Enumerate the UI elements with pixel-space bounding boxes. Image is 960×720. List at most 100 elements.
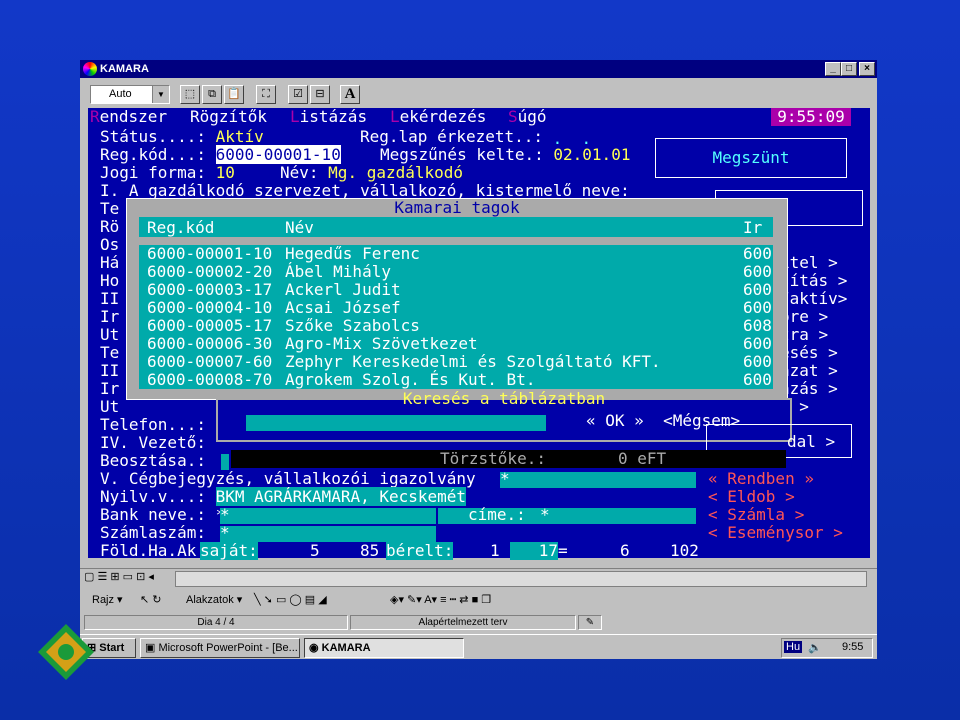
fullscreen-icon[interactable]: ⛶ (256, 85, 276, 104)
search-input[interactable] (246, 415, 546, 431)
frag-right-6[interactable]: ázat > (780, 362, 838, 380)
szamla-field[interactable] (220, 526, 436, 542)
tray-clock: 9:55 (842, 641, 864, 653)
frag-left-9: II (100, 361, 120, 380)
table-row[interactable]: 6000-00007-60 Zephyr Kereskedelmi és Szol… (139, 353, 773, 371)
view-buttons-icon[interactable]: ▢ ☰ ⊞ ▭ ⊡ ◂ (84, 570, 154, 583)
dialog-title: Kamarai tagok (394, 198, 520, 217)
cell-ir: 600 (743, 352, 772, 371)
alakzatok-menu[interactable]: Alakzatok ▾ (186, 593, 242, 607)
task-kamara[interactable]: ◉ KAMARA (304, 638, 464, 658)
table-row[interactable]: 6000-00008-70 Agrokem Szolg. És Kut. Bt. 6… (139, 371, 773, 389)
frag-left-6: Ir (100, 307, 120, 326)
menu-listazas[interactable]: Listázás (290, 108, 367, 126)
shape-tools-icon[interactable]: ╲ ➘ ▭ ◯ ▤ ◢ (254, 593, 327, 607)
cime-field[interactable] (538, 508, 696, 524)
frag-right-2[interactable]: /aktív> (780, 290, 847, 308)
cell-ir: 600 (743, 334, 772, 353)
table-row[interactable]: 6000-00004-10 Acsai József 600 (139, 299, 773, 317)
cime-row: címe.: (468, 505, 536, 524)
frag-left-10: Ir (100, 379, 120, 398)
background-icon[interactable]: ⊟ (310, 85, 330, 104)
cell-nev: Ackerl Judit (285, 280, 401, 299)
berelt-v2[interactable]: 17 (510, 542, 558, 560)
font-size-select[interactable]: Auto ▼ (90, 85, 170, 104)
status-row: Státus....: Aktív (100, 127, 264, 146)
minimize-button[interactable]: _ (825, 62, 841, 76)
cell-regkod: 6000-00001-10 (147, 244, 273, 263)
menu-sugo[interactable]: Súgó (508, 108, 547, 126)
megszunt-button[interactable]: Megszünt (655, 138, 847, 178)
close-button[interactable]: × (859, 62, 875, 76)
header-nev[interactable]: Név (285, 218, 314, 237)
cell-ir: 608 (743, 316, 772, 335)
table-row[interactable]: 6000-00001-10 Hegedűs Ferenc 600 (139, 245, 773, 263)
nev-row: Név: Mg. gazdálkodó (280, 163, 464, 182)
table-row[interactable]: 6000-00003-17 Ackerl Judit 600 (139, 281, 773, 299)
eldob-button[interactable]: < Eldob > (708, 488, 795, 506)
table-row[interactable]: 6000-00005-17 Szőke Szabolcs 608 (139, 317, 773, 335)
cegbejegyzes-field[interactable] (500, 472, 696, 488)
fold-row: Föld.Ha.Ak: (100, 541, 216, 560)
frag-left-11: Ut (100, 397, 120, 416)
nyilv-row: Nyilv.v...: BKM AGRÁRKAMARA, Kecskemét (100, 487, 467, 506)
cell-ir: 600 (743, 370, 772, 389)
esemenysor-button[interactable]: < Eseménysor > (708, 524, 843, 542)
bank-row: Bank neve.: * (100, 505, 225, 524)
berelt-v1[interactable]: 1 (490, 542, 500, 560)
cell-nev: Agro-Mix Szövetkezet (285, 334, 478, 353)
mark-icon[interactable]: ⬚ (180, 85, 200, 104)
cell-ir: 600 (743, 280, 772, 299)
frag-right-5[interactable]: esés > (780, 344, 838, 362)
ok-button[interactable]: « OK » (586, 411, 644, 430)
maximize-button[interactable]: □ (841, 62, 857, 76)
task-powerpoint[interactable]: ▣ Microsoft PowerPoint - [Be... (140, 638, 300, 658)
header-ir[interactable]: Ir (743, 218, 762, 237)
cell-regkod: 6000-00004-10 (147, 298, 273, 317)
bank-field[interactable] (220, 508, 436, 524)
beosztas-label: Beosztása.: (100, 451, 206, 470)
kamara-icon: ◉ (309, 642, 322, 654)
cell-nev: Hegedűs Ferenc (285, 244, 420, 263)
frag-right-1[interactable]: sítás > (780, 272, 847, 290)
menu-rogzitok[interactable]: Rögzítők (190, 108, 267, 126)
menu-lekerdezes[interactable]: Lekérdezés (390, 108, 486, 126)
window-titlebar[interactable]: KAMARA _ □ × (80, 60, 877, 78)
cell-regkod: 6000-00002-20 (147, 262, 273, 281)
cell-nev: Agrokem Szolg. És Kut. Bt. (285, 370, 536, 389)
chevron-down-icon[interactable]: ▼ (152, 86, 169, 103)
vezeto-label: IV. Vezető: (100, 433, 206, 452)
spell-check-icon[interactable]: ✎ (578, 615, 602, 630)
sajat-v1[interactable]: 5 (310, 542, 320, 560)
rajz-menu[interactable]: Rajz ▾ (92, 593, 123, 607)
table-row[interactable]: 6000-00006-30 Agro-Mix Szövetkezet 600 (139, 335, 773, 353)
search-title: Keresés a táblázatban (402, 389, 606, 408)
window-title: KAMARA (100, 63, 149, 75)
frag-right-0[interactable]: itel > (780, 254, 838, 272)
szamla-button[interactable]: < Számla > (708, 506, 804, 524)
sajat-v2[interactable]: 85 (360, 542, 379, 560)
pointer-icon[interactable]: ↖ ↻ (140, 593, 162, 607)
view-bar: ▢ ☰ ⊞ ▭ ⊡ ◂ (80, 568, 877, 587)
speaker-icon[interactable]: 🔈 (808, 641, 822, 654)
rendben-button[interactable]: « Rendben » (708, 470, 814, 488)
beosztas-field[interactable] (221, 454, 229, 470)
copy-icon[interactable]: ⧉ (202, 85, 222, 104)
frag-left-3: Há (100, 253, 120, 272)
cell-regkod: 6000-00008-70 (147, 370, 273, 389)
horizontal-scrollbar[interactable] (175, 571, 867, 587)
menu-rendszer[interactable]: Rendszer (90, 108, 167, 126)
total-v2: 102 (670, 541, 699, 560)
color-tools-icon[interactable]: ◈▾ ✎▾ A▾ ≡ ┅ ⇄ ■ ❐ (390, 593, 491, 607)
frag-left-2: Os (100, 235, 120, 254)
font-icon[interactable]: A (340, 85, 360, 104)
cell-ir: 600 (743, 244, 772, 263)
paste-icon[interactable]: 📋 (224, 85, 244, 104)
language-indicator[interactable]: Hu (784, 641, 803, 653)
header-regkod[interactable]: Reg.kód (147, 218, 214, 237)
cell-nev: Ábel Mihály (285, 262, 391, 281)
cell-nev: Szőke Szabolcs (285, 316, 420, 335)
telefon-label: Telefon...: (100, 415, 206, 434)
properties-icon[interactable]: ☑ (288, 85, 308, 104)
table-row[interactable]: 6000-00002-20 Ábel Mihály 600 (139, 263, 773, 281)
